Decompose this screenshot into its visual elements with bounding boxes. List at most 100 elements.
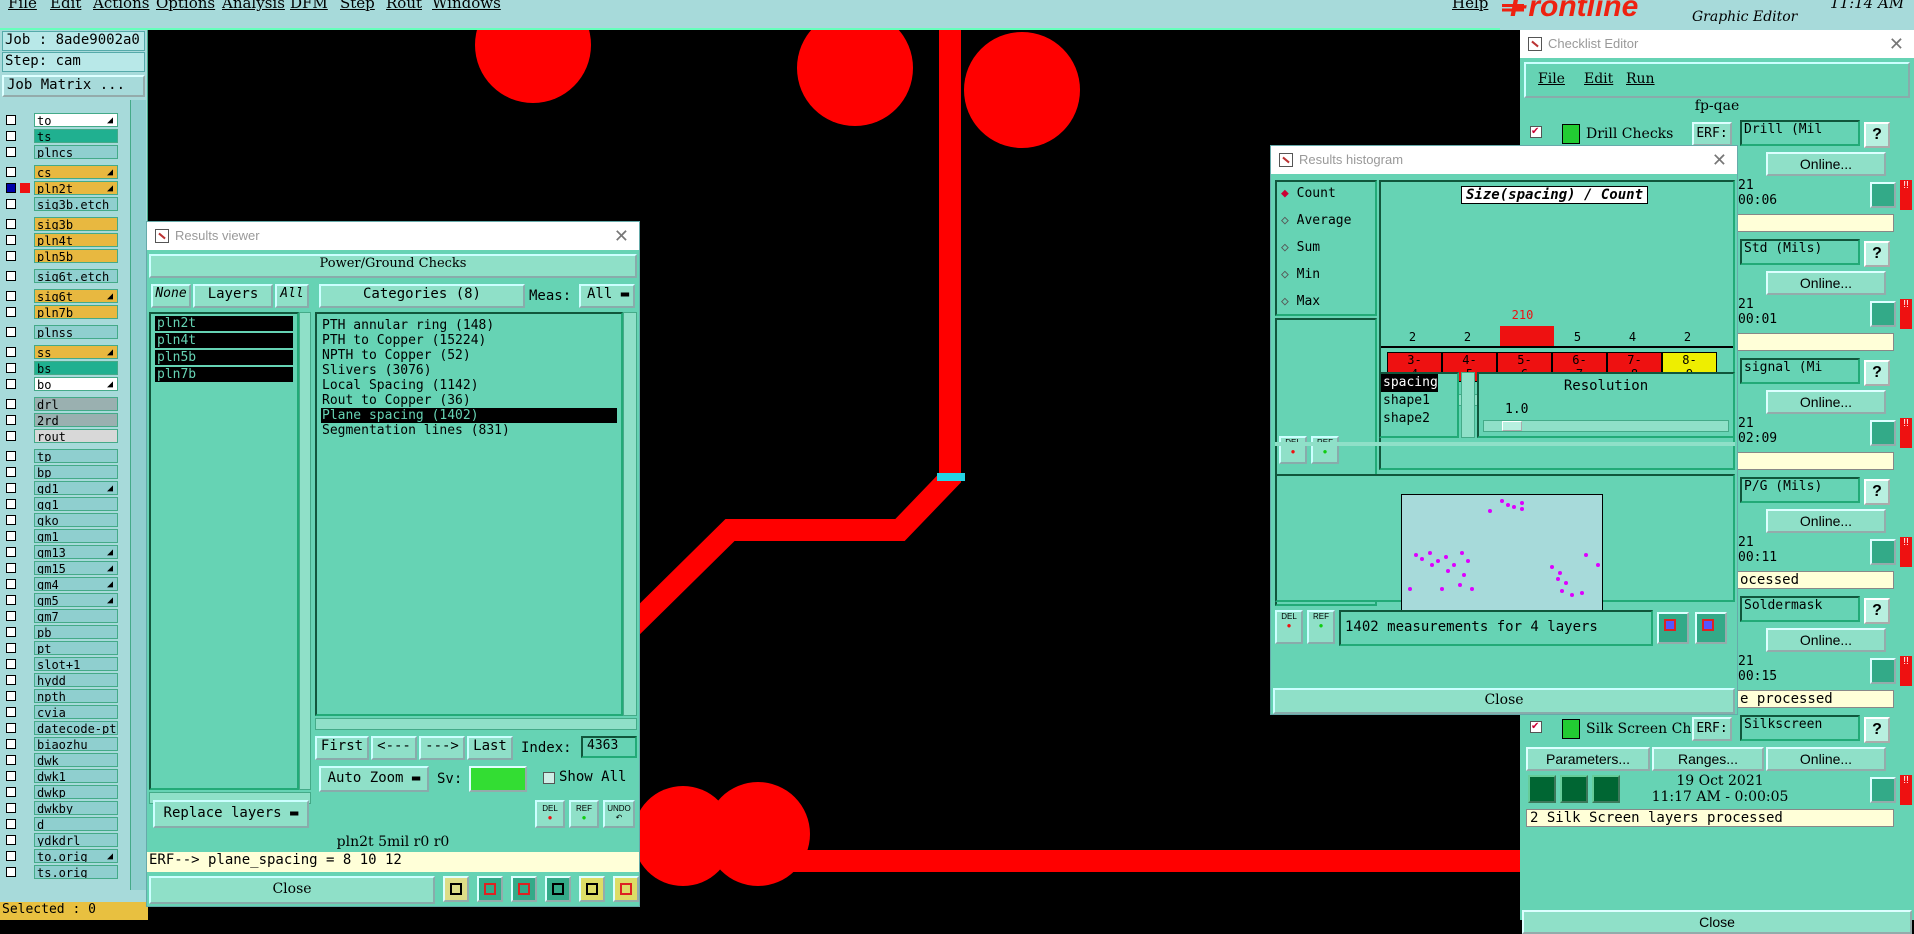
layer-checkbox[interactable] (6, 691, 16, 701)
notes-icon[interactable] (579, 876, 605, 902)
run-icon[interactable] (1560, 775, 1588, 803)
menu-run[interactable]: Run (1626, 71, 1655, 87)
menu-rout[interactable]: Rout (386, 0, 422, 12)
layer-row[interactable]: ydkdrl (0, 832, 122, 848)
close-icon[interactable]: ✕ (614, 222, 629, 250)
layer-row[interactable]: sig6t.etch (0, 268, 122, 284)
layer-checkbox[interactable] (6, 271, 16, 281)
slider-thumb[interactable] (1502, 421, 1522, 431)
zoom-icon[interactable] (1870, 182, 1896, 208)
layer-row[interactable]: tp (0, 448, 122, 464)
layer-checkbox[interactable] (6, 851, 16, 861)
zoom-icon[interactable] (1870, 658, 1896, 684)
layer-checkbox[interactable] (6, 219, 16, 229)
attribute-item[interactable]: shape2 (1381, 410, 1457, 428)
gear-icon[interactable] (443, 876, 469, 902)
layer-checkbox[interactable] (6, 627, 16, 637)
replace-layers-button[interactable]: Replace layers ▬ (153, 800, 309, 828)
show-all-checkbox[interactable] (543, 772, 555, 784)
layer-checkbox[interactable] (6, 251, 16, 261)
layer-row[interactable]: npth (0, 688, 122, 704)
layer-row[interactable]: ts (0, 128, 122, 144)
layer-row[interactable]: ss ◢ (0, 344, 122, 360)
layer-row[interactable]: dwk (0, 752, 122, 768)
result-layer-item[interactable]: pln2t (155, 316, 293, 331)
layer-checkbox[interactable] (6, 563, 16, 573)
category-item[interactable]: Plane spacing (1402) (321, 408, 617, 423)
online-button[interactable]: Online... (1766, 628, 1886, 652)
layer-checkbox[interactable] (6, 327, 16, 337)
layer-row[interactable]: bs (0, 360, 122, 376)
layer-checkbox[interactable] (6, 167, 16, 177)
layer-row[interactable]: pb (0, 624, 122, 640)
result-layer-item[interactable]: pln4t (155, 333, 293, 348)
chart-icon[interactable] (613, 876, 639, 902)
none-button[interactable]: None (151, 284, 191, 308)
meas-dropdown[interactable]: All ▬ (579, 284, 635, 308)
result-layer-item[interactable]: pln7b (155, 367, 293, 382)
layer-row[interactable]: gm1 (0, 528, 122, 544)
layer-checkbox[interactable] (6, 515, 16, 525)
attribute-item[interactable]: spacing (1381, 374, 1438, 392)
layer-checkbox[interactable] (6, 739, 16, 749)
monitor-icon[interactable] (477, 876, 503, 902)
online-button[interactable]: Online... (1766, 509, 1886, 533)
erf-field[interactable]: P/G (Mils) (1740, 477, 1860, 503)
layer-row[interactable]: rout (0, 428, 122, 444)
index-field[interactable]: 4363 (581, 736, 637, 758)
menu-windows[interactable]: Windows (432, 0, 501, 12)
layer-checkbox[interactable] (6, 771, 16, 781)
close-button[interactable]: Close (149, 876, 435, 904)
layer-row[interactable]: pln4t (0, 232, 122, 248)
layer-row[interactable]: gm4 ◢ (0, 576, 122, 592)
resolution-slider[interactable] (1483, 420, 1729, 432)
layer-row[interactable]: 2rd (0, 412, 122, 428)
layer-row[interactable]: gm5 ◢ (0, 592, 122, 608)
online-button[interactable]: Online... (1766, 747, 1886, 771)
layer-row[interactable]: pln7b (0, 304, 122, 320)
parameters-button[interactable]: Parameters... (1526, 747, 1650, 771)
check-enabled-checkbox[interactable]: ✔ (1530, 126, 1542, 138)
layer-checkbox[interactable] (6, 307, 16, 317)
category-list[interactable]: PTH annular ring (148) PTH to Copper (152… (315, 312, 623, 716)
erf-field[interactable]: Std (Mils) (1740, 239, 1860, 265)
layer-row[interactable]: plnss (0, 324, 122, 340)
layer-checkbox[interactable] (6, 347, 16, 357)
menu-file[interactable]: File (8, 0, 37, 12)
layer-row[interactable]: gg1 (0, 496, 122, 512)
layer-row[interactable]: plncs (0, 144, 122, 160)
measurement-map[interactable] (1401, 494, 1603, 614)
help-button[interactable]: ? (1864, 717, 1890, 743)
layer-result-list[interactable]: pln2t pln4t pln5b pln7b (149, 312, 299, 790)
layer-row[interactable]: gm7 (0, 608, 122, 624)
help-button[interactable]: ? (1864, 479, 1890, 505)
layer-row[interactable]: ts.orig (0, 864, 122, 880)
layer-checkbox[interactable] (6, 547, 16, 557)
mode-radio-min[interactable]: ◇ Min (1281, 267, 1320, 282)
layer-row[interactable]: biaozhu (0, 736, 122, 752)
menu-step[interactable]: Step (340, 0, 375, 12)
layer-row[interactable]: sig3b (0, 216, 122, 232)
category-item[interactable]: PTH to Copper (15224) (321, 333, 617, 348)
layer-list-scrollbar[interactable] (299, 312, 311, 790)
close-icon[interactable]: ✕ (1889, 30, 1904, 58)
layer-row[interactable]: cs ◢ (0, 164, 122, 180)
layer-checkbox[interactable] (6, 755, 16, 765)
online-button[interactable]: Online... (1766, 390, 1886, 414)
zoom-icon[interactable] (1870, 539, 1896, 565)
category-item[interactable]: NPTH to Copper (52) (321, 348, 617, 363)
category-item[interactable]: Rout to Copper (36) (321, 393, 617, 408)
layer-row[interactable]: bo ◢ (0, 376, 122, 392)
layer-checkbox[interactable] (6, 483, 16, 493)
checklist-close-button[interactable]: Close (1522, 910, 1912, 934)
layer-checkbox[interactable] (6, 467, 16, 477)
layer-checkbox[interactable] (6, 451, 16, 461)
all-button[interactable]: All (275, 284, 309, 308)
layer-checkbox[interactable] (6, 499, 16, 509)
prev-button[interactable]: <--- (371, 736, 417, 760)
mode-radio-sum[interactable]: ◇ Sum (1281, 240, 1320, 255)
layer-row[interactable]: slot+1 (0, 656, 122, 672)
layer-checkbox[interactable] (6, 803, 16, 813)
layer-row[interactable]: gm15 ◢ (0, 560, 122, 576)
ranges-button[interactable]: Ranges... (1652, 747, 1764, 771)
